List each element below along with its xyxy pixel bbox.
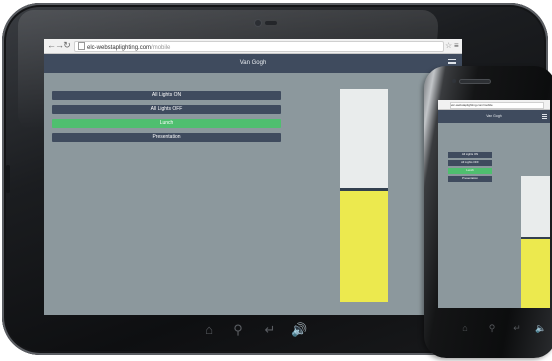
- address-bar[interactable]: elc-webstaplighting.com/mobile: [74, 41, 444, 52]
- phone-browser-toolbar: elc-webstaplighting.com/mobile: [438, 100, 550, 110]
- back-icon[interactable]: ↵: [262, 322, 278, 338]
- star-icon[interactable]: ☆: [445, 40, 452, 51]
- phone-volume-icon[interactable]: 🔈: [535, 322, 546, 334]
- phone-address-bar[interactable]: elc-webstaplighting.com/mobile: [450, 101, 544, 109]
- level-slider[interactable]: [340, 89, 388, 302]
- phone-app-header: Van Gogh: [438, 110, 550, 123]
- phone-screen: elc-webstaplighting.com/mobile Van Gogh …: [438, 100, 550, 308]
- url-path: /mobile: [151, 45, 171, 51]
- phone-search-icon[interactable]: ⚲: [487, 322, 497, 334]
- page-icon: [78, 42, 85, 50]
- tablet-camera: [255, 20, 261, 26]
- scene-button-all-lights-off[interactable]: All Lights OFF: [52, 105, 281, 114]
- home-icon[interactable]: ⌂: [201, 322, 217, 338]
- phone-back-icon[interactable]: ↵: [512, 322, 522, 334]
- reload-icon[interactable]: ↻: [63, 40, 71, 51]
- phone-level-handle[interactable]: [521, 237, 550, 239]
- phone-page-title: Van Gogh: [486, 114, 502, 118]
- page-title: Van Gogh: [239, 60, 267, 66]
- level-fill: [340, 191, 388, 302]
- phone-scene-presentation[interactable]: Presentation: [448, 176, 492, 182]
- url-host: elc-webstaplighting.com: [87, 45, 152, 51]
- search-icon[interactable]: ⚲: [230, 322, 246, 338]
- arrow-right-icon[interactable]: →: [55, 40, 64, 51]
- volume-icon[interactable]: 🔊: [291, 322, 307, 338]
- scene-button-lunch[interactable]: Lunch: [52, 119, 281, 128]
- app-header: Van Gogh: [44, 54, 462, 73]
- phone-home-icon[interactable]: ⌂: [460, 322, 470, 334]
- phone-scene-lunch[interactable]: Lunch: [448, 168, 492, 174]
- tablet-screen: ← → ↻ elc-webstaplighting.com/mobile ☆ ≡…: [44, 39, 462, 315]
- phone-scene-all-lights-off[interactable]: All Lights OFF: [448, 160, 492, 166]
- tablet-sensor: [265, 21, 277, 25]
- phone-level-fill: [521, 239, 550, 308]
- phone-level-slider[interactable]: [521, 176, 550, 308]
- menu-icon[interactable]: ≡: [454, 40, 459, 51]
- arrow-left-icon[interactable]: ←: [47, 40, 56, 51]
- scene-button-all-lights-on[interactable]: All Lights ON: [52, 91, 281, 100]
- phone-camera: [452, 79, 456, 83]
- phone-speaker: [460, 80, 490, 83]
- phone-hamburger-icon[interactable]: [542, 114, 547, 119]
- browser-toolbar: ← → ↻ elc-webstaplighting.com/mobile ☆ ≡: [44, 39, 462, 54]
- level-handle[interactable]: [340, 188, 388, 191]
- tablet-side-speaker: [6, 165, 10, 193]
- scene-button-presentation[interactable]: Presentation: [52, 133, 281, 142]
- phone-scene-all-lights-on[interactable]: All Lights ON: [448, 152, 492, 158]
